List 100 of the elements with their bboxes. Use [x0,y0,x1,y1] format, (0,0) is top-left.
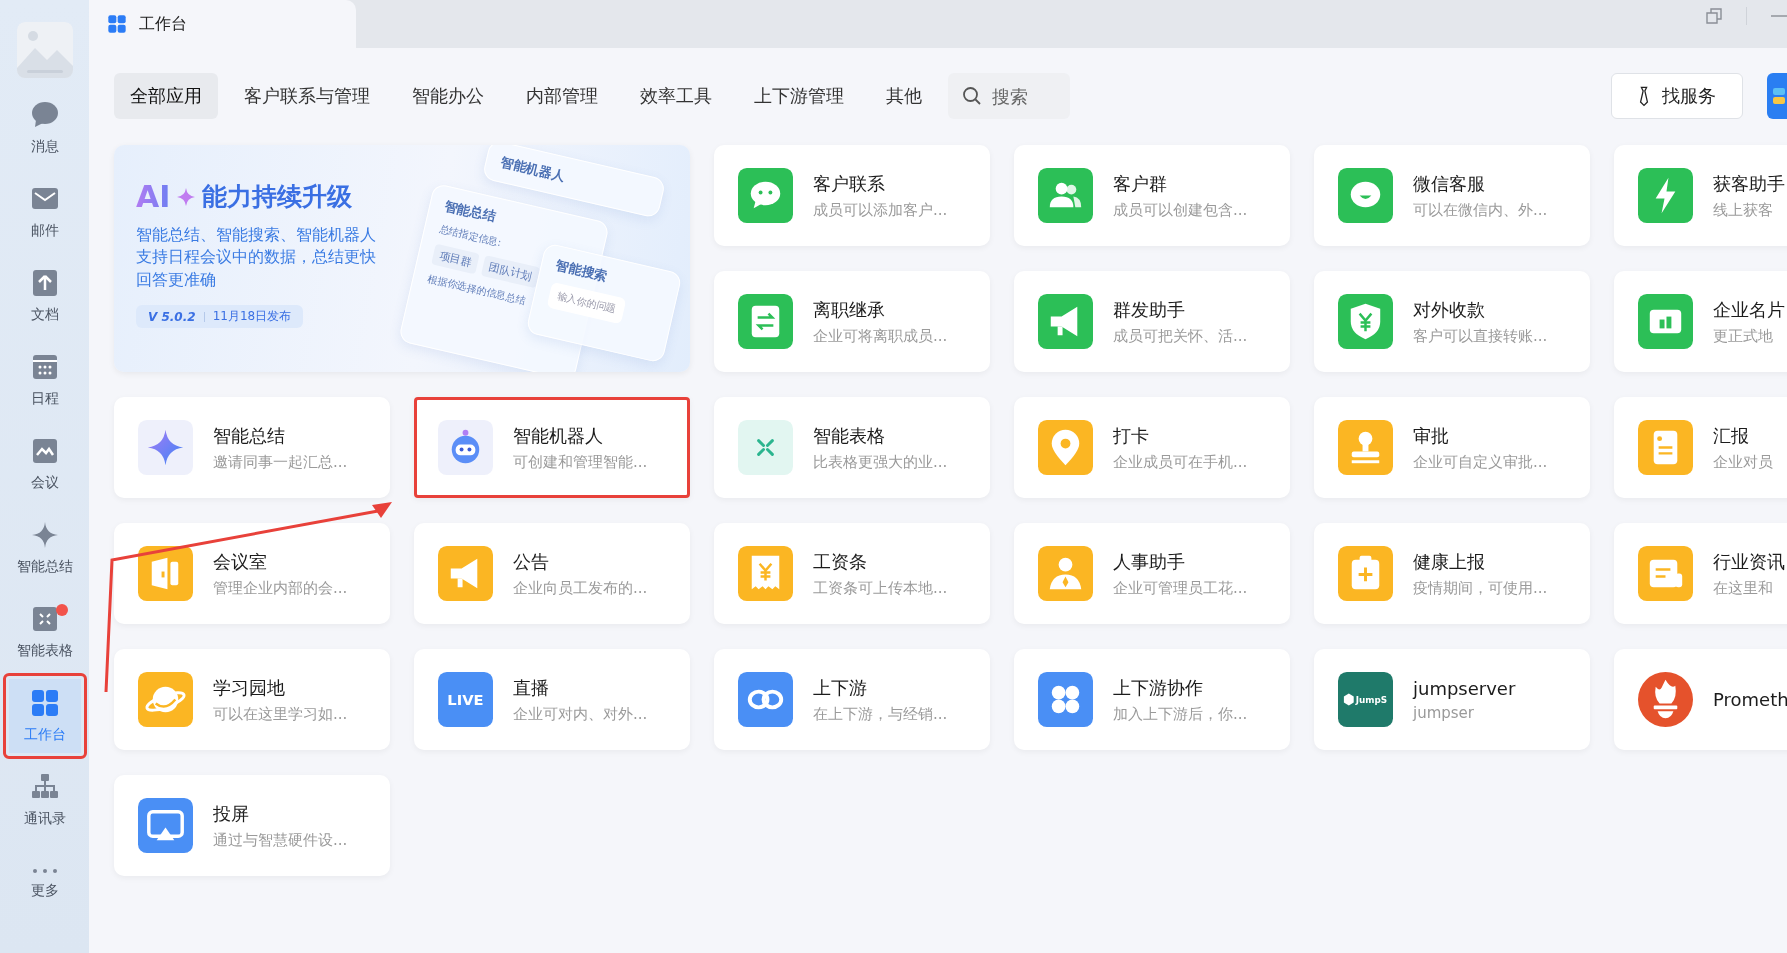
panel-chip: 项目群 [431,243,480,275]
app-card[interactable]: 客户联系 成员可以添加客户... [714,145,990,246]
category-tab[interactable]: 上下游管理 [738,73,860,119]
find-service-button[interactable]: 找服务 [1611,73,1743,119]
tie-icon [1638,85,1650,107]
app-description: 成员可以创建包含... [1113,200,1248,220]
sidebar-item[interactable]: 邮件 [7,172,82,252]
app-card[interactable]: 群发助手 成员可把关怀、活... [1014,271,1290,372]
more-icon [31,868,58,874]
app-description: jumpser [1413,703,1476,722]
panel-title: 智能机器人 [498,153,567,186]
category-tab[interactable]: 智能办公 [396,73,500,119]
grid-icon [29,688,60,718]
app-card[interactable]: 审批 企业可自定义审批... [1314,397,1590,498]
category-tab[interactable]: 全部应用 [114,73,218,119]
app-description: 可创建和管理智能... [513,452,648,472]
app-name: 客户群 [1113,171,1168,196]
app-card[interactable]: 获客助手 线上获客 [1614,145,1787,246]
grid-icon [107,14,127,34]
app-name: 打卡 [1113,423,1150,448]
app-name: 公告 [513,549,550,574]
app-description: 成员可把关怀、活... [1113,326,1248,346]
app-description: 企业向员工发布的... [513,578,648,598]
app-description: 企业可将离职成员... [813,326,948,346]
app-name: 对外收款 [1413,297,1486,322]
app-card[interactable]: Prometh [1614,649,1787,750]
app-description: 在上下游，与经销... [813,704,948,724]
app-card[interactable]: 智能总结 邀请同事一起汇总... [114,397,390,498]
live-icon: LIVE [438,672,493,727]
window-tab[interactable]: 工作台 [89,0,356,48]
app-description: 邀请同事一起汇总... [213,452,348,472]
category-tab[interactable]: 内部管理 [510,73,614,119]
app-card[interactable]: 人事助手 企业可管理员工花... [1014,523,1290,624]
app-description: 可以在微信内、外... [1413,200,1548,220]
app-description: 线上获客 [1713,200,1774,220]
app-description: 企业可管理员工花... [1113,578,1248,598]
app-description: 客户可以直接转账... [1413,326,1548,346]
app-icon [1773,88,1785,104]
category-tab[interactable]: 其他 [870,73,938,119]
app-name: 离职继承 [813,297,886,322]
app-name: 上下游 [813,675,868,700]
sidebar-item[interactable]: 智能总结 [7,508,82,588]
app-description: 成员可以添加客户... [813,200,948,220]
app-description: 企业对员 [1713,452,1773,472]
app-name: 智能表格 [813,423,886,448]
app-description: 在这里和 [1713,578,1774,598]
app-card[interactable]: 投屏 通过与智慧硬件设... [114,775,390,876]
app-description: 企业可自定义审批... [1413,452,1548,472]
app-name: 群发助手 [1113,297,1186,322]
app-card[interactable]: 公告 企业向员工发布的... [414,523,690,624]
app-name: 微信客服 [1413,171,1486,196]
app-card[interactable]: 健康上报 疫情期间，可使用... [1314,523,1590,624]
app-name: 学习园地 [213,675,286,700]
app-card[interactable]: 行业资讯 在这里和 [1614,523,1787,624]
app-card[interactable]: 智能机器人 可创建和管理智能... [414,397,690,498]
sidebar-item[interactable]: 会议 [7,424,82,504]
app-name: 直播 [513,675,550,700]
app-name: 行业资讯 [1713,549,1785,574]
app-card[interactable]: JumpS jumpserver jumpser [1314,649,1590,750]
app-description: 比表格更强大的业... [813,452,948,472]
search-field[interactable]: 搜索 [948,73,1070,119]
app-description: 通过与智慧硬件设... [213,830,348,850]
app-card[interactable]: 上下游 在上下游，与经销... [714,649,990,750]
app-name: 智能机器人 [513,423,604,448]
app-card[interactable]: 微信客服 可以在微信内、外... [1314,145,1590,246]
app-card[interactable]: 学习园地 可以在这里学习如... [114,649,390,750]
panel-title: 智能总结 [442,196,499,225]
app-name: 客户联系 [813,171,886,196]
sidebar-item[interactable]: 文档 [7,256,82,336]
app-card[interactable]: 企业名片 更正式地 [1614,271,1787,372]
sidebar-item[interactable]: 消息 [7,88,82,168]
app-card[interactable]: 离职继承 企业可将离职成员... [714,271,990,372]
category-tab[interactable]: 客户联系与管理 [228,73,386,119]
app-name: 获客助手 [1713,171,1785,196]
app-description: 可以在这里学习如... [213,704,348,724]
sidebar-item[interactable]: 智能表格 [7,592,82,672]
app-card[interactable]: 会议室 管理企业内部的会... [114,523,390,624]
version-tag: V 5.0.2 11月18日发布 [136,305,304,329]
app-name: Prometh [1713,689,1787,710]
app-card[interactable]: 工资条 工资条可上传本地... [714,523,990,624]
app-card[interactable]: 上下游协作 加入上下游后，你... [1014,649,1290,750]
sidebar-item[interactable]: 更多 [7,844,82,924]
app-description: 企业可对内、对外... [513,704,648,724]
app-card[interactable]: 智能表格 比表格更强大的业... [714,397,990,498]
search-icon [962,86,982,106]
app-name: 会议室 [213,549,268,574]
app-description: 管理企业内部的会... [213,578,348,598]
category-tab[interactable]: 效率工具 [624,73,728,119]
app-card[interactable]: 打卡 企业成员可在手机... [1014,397,1290,498]
sidebar-item[interactable]: 日程 [7,340,82,420]
app-card[interactable]: 客户群 成员可以创建包含... [1014,145,1290,246]
app-card[interactable]: LIVE 直播 企业可对内、对外... [414,649,690,750]
app-name: 工资条 [813,549,868,574]
app-card[interactable]: 汇报 企业对员 [1614,397,1787,498]
app-name: 上下游协作 [1113,675,1204,700]
promo-banner[interactable]: AI 能力持续升级 智能总结、智能搜索、智能机器人 支持日程会议中的数据，总结更快 回答更准确 V 5.0.2 11月18日发布 智能机器人 智能总结 总结指定信息: 项目群 团队计划 根据你选择的信息总结 智能搜索 输入你的问题 [114,145,690,372]
app-description: 加入上下游后，你... [1113,704,1248,724]
sidebar-item[interactable]: 通讯录 [7,760,82,840]
app-card[interactable]: 对外收款 客户可以直接转账... [1314,271,1590,372]
restore-icon[interactable] [1706,8,1722,24]
